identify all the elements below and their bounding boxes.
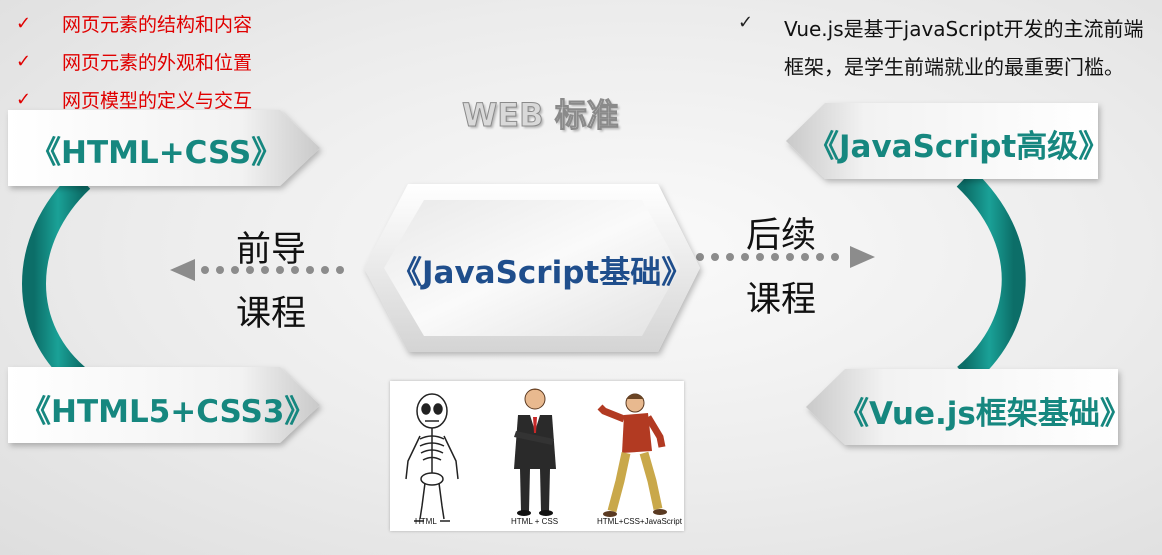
checkmark-icon: ✓ <box>16 88 32 110</box>
prereq-course-text: 前导 课程 <box>236 230 307 334</box>
comic-caption-html: HTML <box>415 517 437 526</box>
web-standard-title: WEB 标准 <box>462 96 620 135</box>
js-basic-label: 《JavaScript基础》 <box>391 255 693 291</box>
js-advanced-label: 《JavaScript高级》 <box>808 129 1110 165</box>
web-layers-comic: HTML HTML + CSS HTML+CSS+JavaScript <box>390 381 684 531</box>
comic-caption-html-css: HTML + CSS <box>511 517 559 526</box>
comic-caption-html-css-js: HTML+CSS+JavaScript <box>597 517 682 526</box>
checkmark-icon: ✓ <box>16 12 32 34</box>
right-teal-arc <box>956 169 1026 386</box>
list-item: ✓ 网页模型的定义与交互 <box>16 88 253 112</box>
suited-man-figure <box>514 388 556 516</box>
html5-css3-label: 《HTML5+CSS3》 <box>20 394 316 430</box>
dancing-man-figure <box>597 393 667 517</box>
list-item: ✓ 网页元素的结构和内容 <box>16 12 253 36</box>
list-item: ✓ 网页元素的外观和位置 <box>16 50 253 74</box>
html-css-label: 《HTML+CSS》 <box>30 135 283 171</box>
skeleton-figure <box>405 393 459 522</box>
left-teal-arc <box>22 171 91 390</box>
checkmark-icon: ✓ <box>738 12 754 33</box>
vue-description: Vue.js是基于javaScript开发的主流前端 框架，是学生前端就业的最重… <box>784 17 1144 79</box>
followup-course-text: 后续 课程 <box>746 216 817 320</box>
left-checklist: ✓ 网页元素的结构和内容 ✓ 网页元素的外观和位置 ✓ 网页模型的定义与交互 <box>16 4 252 118</box>
comic-figures <box>405 388 667 522</box>
vue-basic-label: 《Vue.js框架基础》 <box>838 396 1131 432</box>
checkmark-icon: ✓ <box>16 50 32 72</box>
